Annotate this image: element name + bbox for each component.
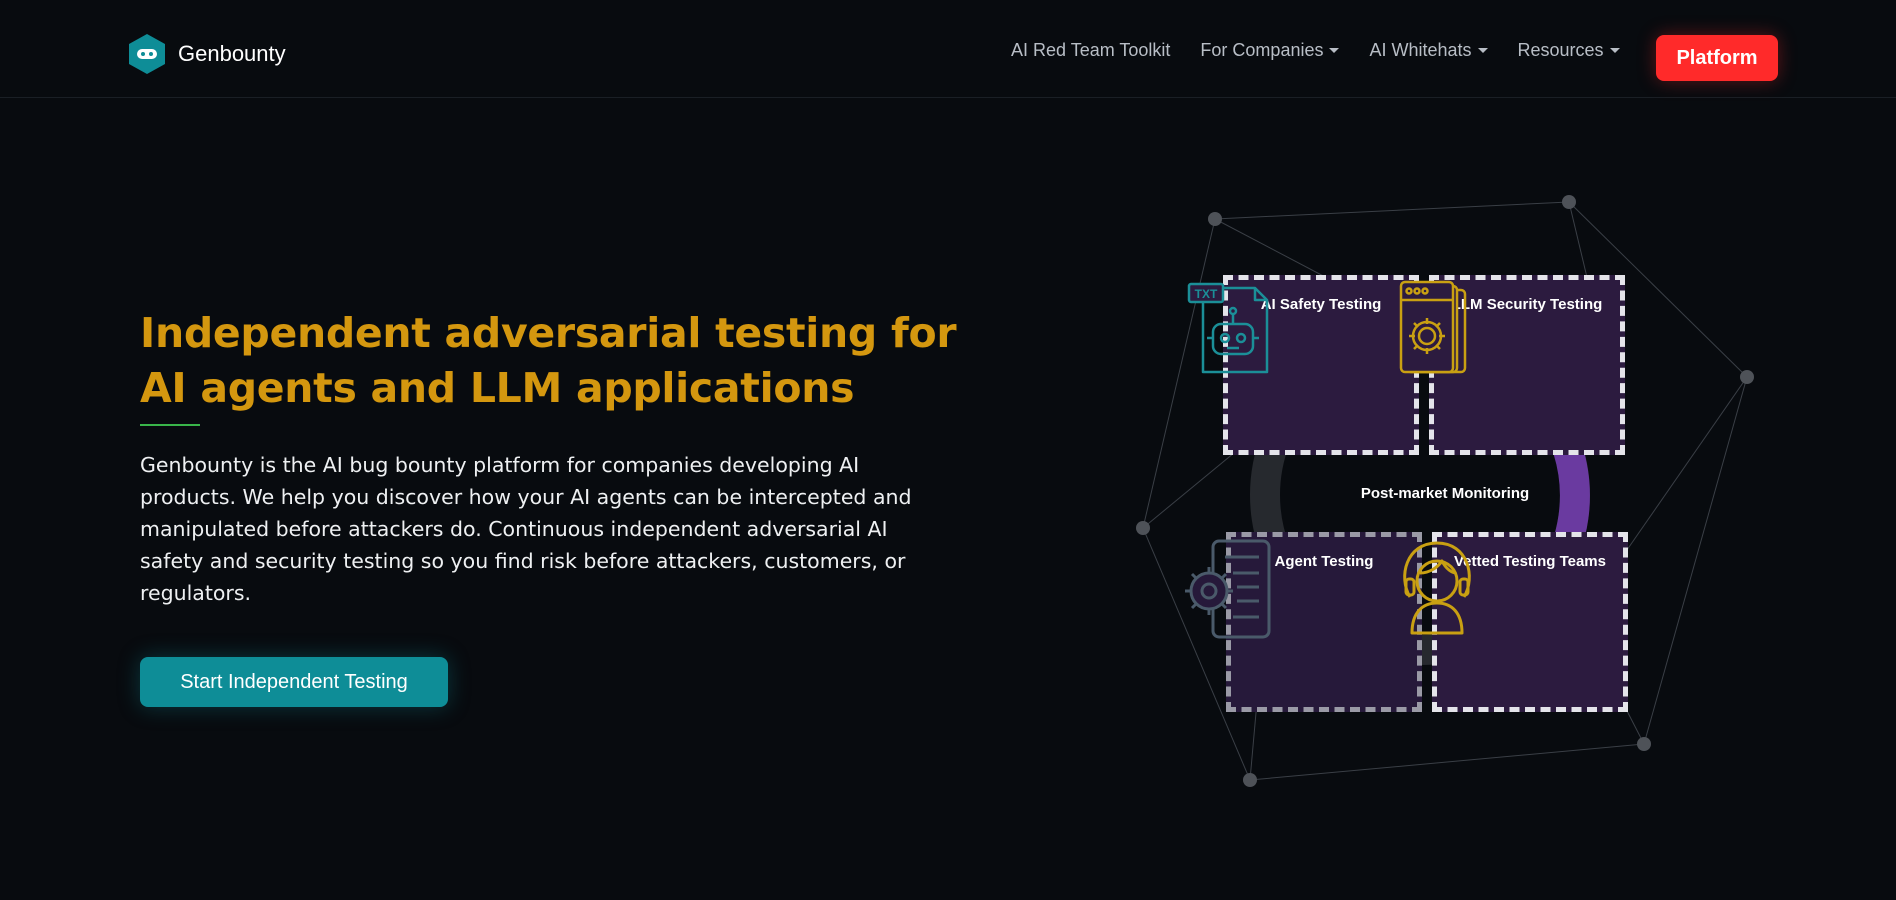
nav-link-ai-red-team-toolkit[interactable]: AI Red Team Toolkit (1011, 40, 1170, 61)
genbounty-logo-icon (129, 34, 165, 74)
title-underline (140, 424, 200, 426)
nav-dropdown-ai-whitehats[interactable]: AI Whitehats (1369, 40, 1488, 61)
nav-links: AI Red Team Toolkit For Companies AI Whi… (1011, 40, 1650, 61)
caret-down-icon (1609, 48, 1620, 53)
hero-title: Independent adversarial testing for AI a… (140, 309, 957, 412)
services-diagram: AI Safety Testing TXT LLM Security Testi… (1120, 180, 1770, 800)
nav-link-label: AI Whitehats (1369, 40, 1472, 60)
browser-gear-icon (1399, 280, 1467, 374)
nav-dropdown-for-companies[interactable]: For Companies (1200, 40, 1340, 61)
top-navbar: Genbounty AI Red Team Toolkit For Compan… (0, 0, 1896, 98)
post-market-monitoring-label: Post-market Monitoring (1360, 485, 1530, 502)
caret-down-icon (1477, 48, 1488, 53)
platform-button[interactable]: Platform (1656, 35, 1778, 81)
start-testing-button[interactable]: Start Independent Testing (140, 657, 448, 707)
nav-link-label: For Companies (1200, 40, 1324, 60)
brand-name: Genbounty (178, 41, 286, 66)
nav-dropdown-resources[interactable]: Resources (1518, 40, 1620, 61)
document-gear-icon (1185, 539, 1271, 639)
person-headset-icon (1403, 541, 1471, 635)
txt-badge: TXT (1195, 287, 1218, 301)
nav-link-label: AI Red Team Toolkit (1011, 40, 1171, 60)
card-vetted-testing-teams[interactable]: Vetted Testing Teams (1403, 532, 1628, 712)
brand-link[interactable]: Genbounty (126, 32, 286, 76)
caret-down-icon (1329, 48, 1340, 53)
robot-document-icon: TXT (1187, 282, 1269, 374)
card-llm-security-testing[interactable]: LLM Security Testing (1399, 275, 1625, 455)
nav-link-label: Resources (1517, 40, 1604, 60)
hero-description: Genbounty is the AI bug bounty platform … (140, 453, 912, 605)
